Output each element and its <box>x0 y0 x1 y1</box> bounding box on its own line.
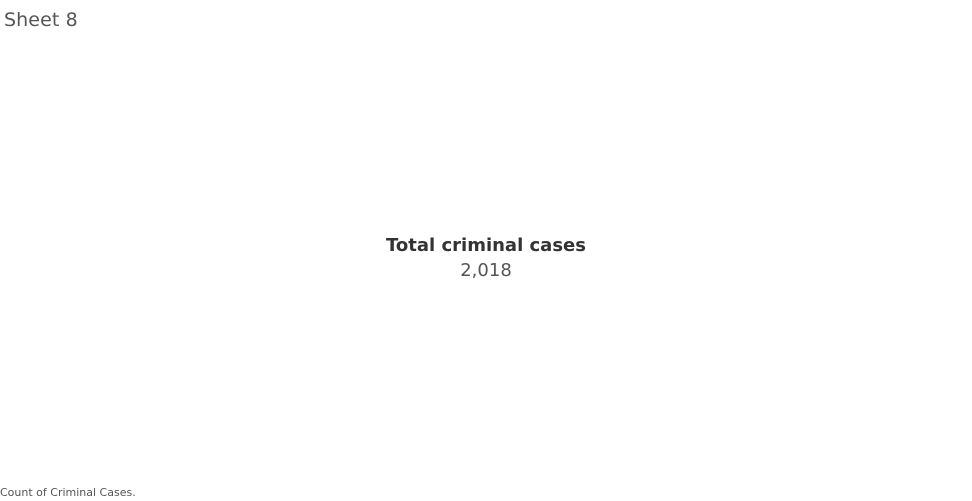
kpi-label: Total criminal cases <box>386 235 586 256</box>
sheet-title: Sheet 8 <box>4 9 78 31</box>
kpi-value: 2,018 <box>460 260 512 281</box>
sheet-caption: Count of Criminal Cases. <box>0 486 136 499</box>
kpi-card: Total criminal cases 2,018 <box>0 234 972 284</box>
